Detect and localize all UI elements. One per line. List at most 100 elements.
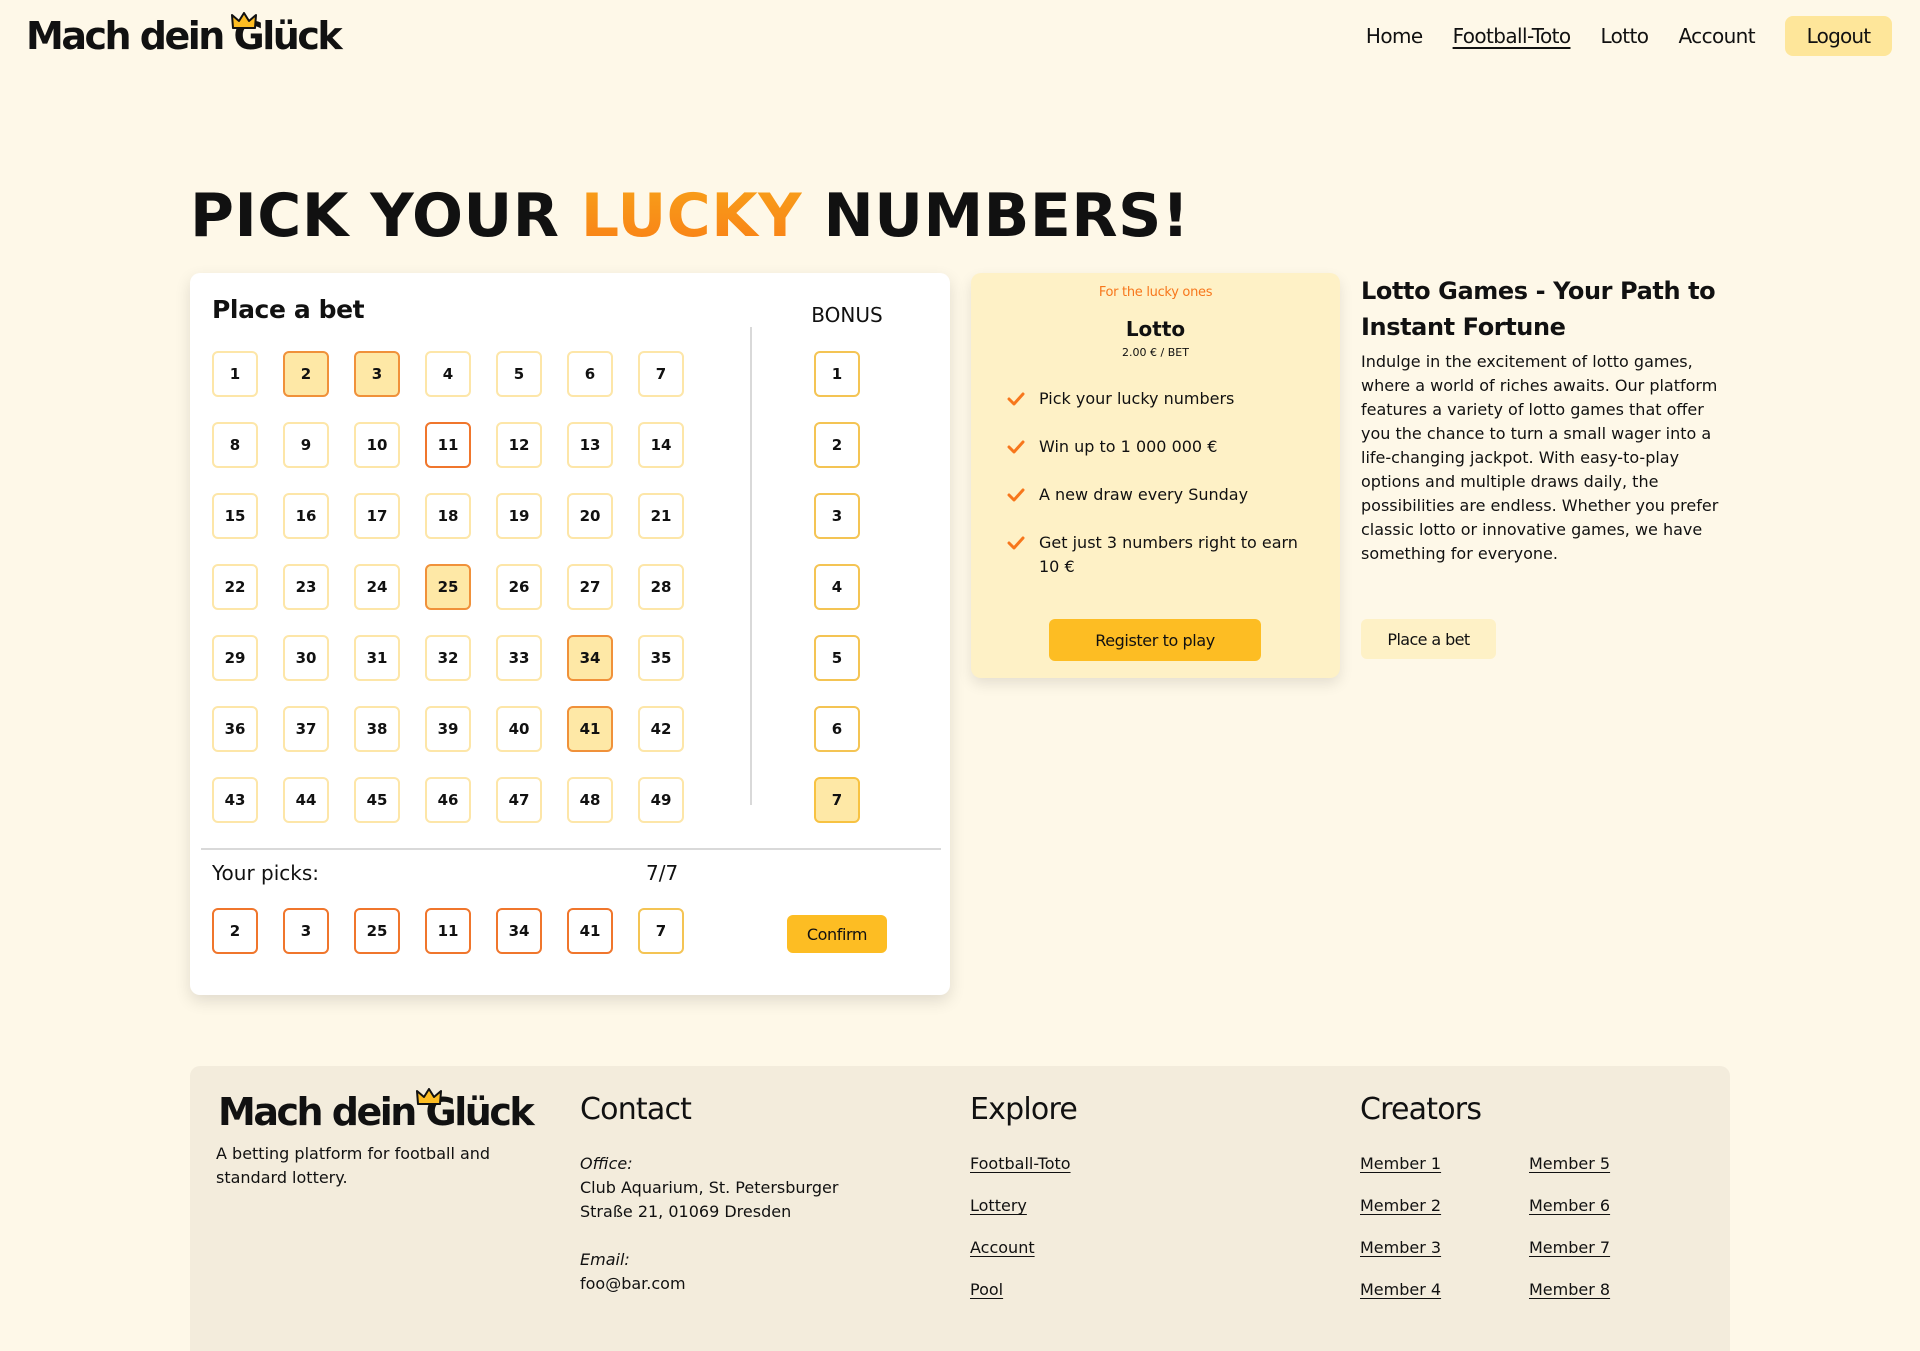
creator-link[interactable]: Member 2 — [1360, 1196, 1441, 1215]
picked-number-chip[interactable]: 25 — [354, 908, 400, 954]
number-cell[interactable]: 12 — [496, 422, 542, 468]
bet-card: Place a bet BONUS 1 2 3 4 5 6 7 8 9 10 11 12 13 14 15 1… — [190, 273, 950, 995]
number-cell[interactable]: 4 — [425, 351, 471, 397]
bonus-title: BONUS — [811, 303, 883, 327]
number-cell[interactable]: 17 — [354, 493, 400, 539]
feature-item: A new draw every Sunday — [1007, 483, 1307, 507]
number-cell[interactable]: 43 — [212, 777, 258, 823]
creators-links-col1: Member 1 Member 2 Member 3 Member 4 — [1360, 1152, 1441, 1320]
picked-bonus-chip[interactable]: 7 — [638, 908, 684, 954]
number-cell[interactable]: 40 — [496, 706, 542, 752]
number-cell[interactable]: 32 — [425, 635, 471, 681]
creators-links-col2: Member 5 Member 6 Member 7 Member 8 — [1529, 1152, 1610, 1320]
picked-number-chip[interactable]: 41 — [567, 908, 613, 954]
number-cell[interactable]: 48 — [567, 777, 613, 823]
bet-card-title: Place a bet — [212, 295, 365, 324]
number-cell[interactable]: 15 — [212, 493, 258, 539]
number-cell[interactable]: 2 — [283, 351, 329, 397]
number-cell[interactable]: 31 — [354, 635, 400, 681]
bonus-cell[interactable]: 3 — [814, 493, 860, 539]
number-cell[interactable]: 42 — [638, 706, 684, 752]
number-cell[interactable]: 5 — [496, 351, 542, 397]
creator-link[interactable]: Member 3 — [1360, 1238, 1441, 1257]
crown-icon — [231, 12, 257, 29]
picked-number-chip[interactable]: 2 — [212, 908, 258, 954]
bonus-cell[interactable]: 1 — [814, 351, 860, 397]
number-cell[interactable]: 8 — [212, 422, 258, 468]
number-cell[interactable]: 33 — [496, 635, 542, 681]
number-cell[interactable]: 46 — [425, 777, 471, 823]
number-cell[interactable]: 38 — [354, 706, 400, 752]
number-cell[interactable]: 25 — [425, 564, 471, 610]
number-cell[interactable]: 9 — [283, 422, 329, 468]
number-cell[interactable]: 39 — [425, 706, 471, 752]
creators-title: Creators — [1360, 1092, 1482, 1127]
confirm-button[interactable]: Confirm — [787, 915, 887, 953]
number-cell[interactable]: 41 — [567, 706, 613, 752]
number-cell[interactable]: 21 — [638, 493, 684, 539]
number-cell[interactable]: 10 — [354, 422, 400, 468]
info-body: Indulge in the excitement of lotto games… — [1361, 352, 1719, 563]
crown-icon — [416, 1088, 442, 1105]
place-bet-button[interactable]: Place a bet — [1361, 619, 1496, 659]
creator-link[interactable]: Member 5 — [1529, 1154, 1610, 1173]
picked-number-chip[interactable]: 34 — [496, 908, 542, 954]
number-cell[interactable]: 3 — [354, 351, 400, 397]
nav-football-toto[interactable]: Football-Toto — [1453, 24, 1571, 48]
logout-button[interactable]: Logout — [1785, 16, 1892, 56]
creator-link[interactable]: Member 6 — [1529, 1196, 1610, 1215]
number-cell[interactable]: 35 — [638, 635, 684, 681]
number-cell[interactable]: 20 — [567, 493, 613, 539]
picked-number-chip[interactable]: 3 — [283, 908, 329, 954]
number-cell[interactable]: 26 — [496, 564, 542, 610]
site-header: Mach dein Glück Home Football-Toto Lotto… — [0, 0, 1920, 80]
picked-number-chip[interactable]: 11 — [425, 908, 471, 954]
number-cell[interactable]: 34 — [567, 635, 613, 681]
creator-link[interactable]: Member 1 — [1360, 1154, 1441, 1173]
site-logo[interactable]: Mach dein Glück — [26, 12, 343, 60]
number-cell[interactable]: 29 — [212, 635, 258, 681]
number-cell[interactable]: 13 — [567, 422, 613, 468]
nav-lotto[interactable]: Lotto — [1600, 24, 1649, 48]
number-cell[interactable]: 45 — [354, 777, 400, 823]
number-cell[interactable]: 37 — [283, 706, 329, 752]
nav-home[interactable]: Home — [1366, 24, 1423, 48]
number-cell[interactable]: 27 — [567, 564, 613, 610]
creator-link[interactable]: Member 7 — [1529, 1238, 1610, 1257]
nav-account[interactable]: Account — [1678, 24, 1755, 48]
bonus-cell[interactable]: 4 — [814, 564, 860, 610]
footer-link-account[interactable]: Account — [970, 1238, 1035, 1257]
number-cell[interactable]: 36 — [212, 706, 258, 752]
number-cell[interactable]: 47 — [496, 777, 542, 823]
number-cell[interactable]: 28 — [638, 564, 684, 610]
number-cell[interactable]: 22 — [212, 564, 258, 610]
number-cell[interactable]: 18 — [425, 493, 471, 539]
number-cell[interactable]: 24 — [354, 564, 400, 610]
footer-tagline: A betting platform for football and stan… — [216, 1144, 491, 1187]
bonus-cell[interactable]: 5 — [814, 635, 860, 681]
number-cell[interactable]: 16 — [283, 493, 329, 539]
number-cell[interactable]: 44 — [283, 777, 329, 823]
creator-link[interactable]: Member 4 — [1360, 1280, 1441, 1299]
number-cell[interactable]: 19 — [496, 493, 542, 539]
number-cell[interactable]: 11 — [425, 422, 471, 468]
pricing-eyebrow: For the lucky ones — [1098, 285, 1213, 300]
bonus-cell[interactable]: 7 — [814, 777, 860, 823]
footer-logo[interactable]: Mach dein Glück — [218, 1088, 535, 1136]
footer-link-lottery[interactable]: Lottery — [970, 1196, 1027, 1215]
number-cell[interactable]: 14 — [638, 422, 684, 468]
number-cell[interactable]: 23 — [283, 564, 329, 610]
bonus-cell[interactable]: 2 — [814, 422, 860, 468]
pricing-card: For the lucky ones Lotto 2.00 € / BET Pi… — [971, 273, 1340, 678]
number-cell[interactable]: 30 — [283, 635, 329, 681]
footer-link-football-toto[interactable]: Football-Toto — [970, 1154, 1071, 1173]
page-title: PICK YOUR LUCKY NUMBERS! — [190, 180, 1190, 252]
number-cell[interactable]: 1 — [212, 351, 258, 397]
number-cell[interactable]: 7 — [638, 351, 684, 397]
bonus-cell[interactable]: 6 — [814, 706, 860, 752]
number-cell[interactable]: 6 — [567, 351, 613, 397]
register-button[interactable]: Register to play — [1049, 619, 1261, 661]
footer-link-pool[interactable]: Pool — [970, 1280, 1003, 1299]
number-cell[interactable]: 49 — [638, 777, 684, 823]
creator-link[interactable]: Member 8 — [1529, 1280, 1610, 1299]
